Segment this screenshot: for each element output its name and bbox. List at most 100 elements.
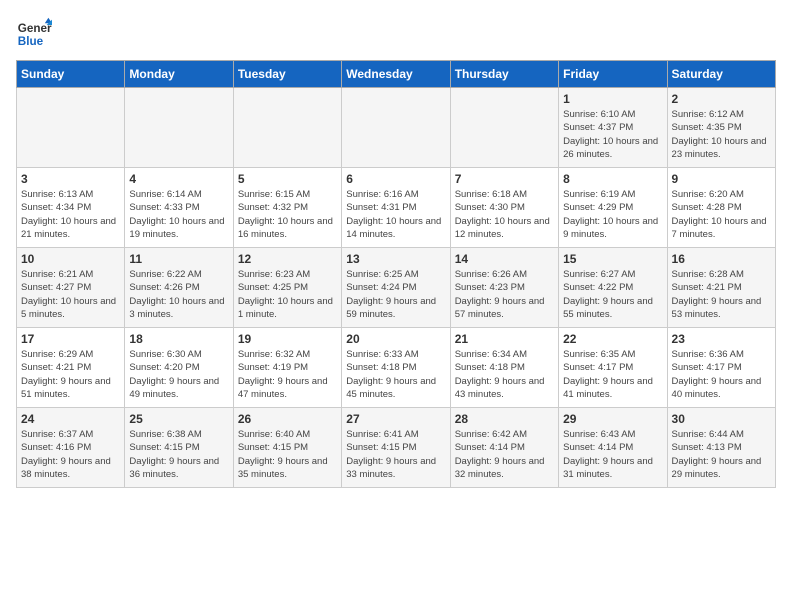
day-number: 30 [672,412,771,426]
calendar-cell: 20 Sunrise: 6:33 AM Sunset: 4:18 PM Dayli… [342,328,450,408]
day-detail: Sunrise: 6:22 AM Sunset: 4:26 PM Dayligh… [129,268,228,321]
calendar-cell: 19 Sunrise: 6:32 AM Sunset: 4:19 PM Dayli… [233,328,341,408]
calendar-cell: 1Sunrise: 6:10 AM Sunset: 4:37 PM Daylig… [559,88,667,168]
calendar-cell: 26 Sunrise: 6:40 AM Sunset: 4:15 PM Dayli… [233,408,341,488]
col-header-thursday: Thursday [450,61,558,88]
calendar-cell: 10 Sunrise: 6:21 AM Sunset: 4:27 PM Dayli… [17,248,125,328]
day-number: 19 [238,332,337,346]
day-detail: Sunrise: 6:30 AM Sunset: 4:20 PM Dayligh… [129,348,228,401]
day-number: 3 [21,172,120,186]
day-detail: Sunrise: 6:35 AM Sunset: 4:17 PM Dayligh… [563,348,662,401]
day-number: 12 [238,252,337,266]
calendar-cell: 15 Sunrise: 6:27 AM Sunset: 4:22 PM Dayli… [559,248,667,328]
day-number: 27 [346,412,445,426]
calendar-cell: 5 Sunrise: 6:15 AM Sunset: 4:32 PM Daylig… [233,168,341,248]
calendar-cell: 12 Sunrise: 6:23 AM Sunset: 4:25 PM Dayli… [233,248,341,328]
calendar-cell: 16Sunrise: 6:28 AM Sunset: 4:21 PM Dayli… [667,248,775,328]
day-number: 22 [563,332,662,346]
day-number: 29 [563,412,662,426]
calendar-cell: 27 Sunrise: 6:41 AM Sunset: 4:15 PM Dayli… [342,408,450,488]
day-detail: Sunrise: 6:12 AM Sunset: 4:35 PM Dayligh… [672,108,771,161]
day-number: 16 [672,252,771,266]
day-number: 9 [672,172,771,186]
day-number: 6 [346,172,445,186]
day-number: 11 [129,252,228,266]
calendar-cell: 23 Sunrise: 6:36 AM Sunset: 4:17 PM Dayli… [667,328,775,408]
day-number: 21 [455,332,554,346]
page-header: General Blue [16,16,776,52]
calendar-table: SundayMondayTuesdayWednesdayThursdayFrid… [16,60,776,488]
day-number: 5 [238,172,337,186]
calendar-cell: 3 Sunrise: 6:13 AM Sunset: 4:34 PM Daylig… [17,168,125,248]
day-detail: Sunrise: 6:43 AM Sunset: 4:14 PM Dayligh… [563,428,662,481]
svg-text:Blue: Blue [18,35,44,48]
calendar-cell: 6 Sunrise: 6:16 AM Sunset: 4:31 PM Daylig… [342,168,450,248]
svg-text:General: General [18,22,52,35]
calendar-cell [125,88,233,168]
day-detail: Sunrise: 6:33 AM Sunset: 4:18 PM Dayligh… [346,348,445,401]
day-detail: Sunrise: 6:20 AM Sunset: 4:28 PM Dayligh… [672,188,771,241]
col-header-sunday: Sunday [17,61,125,88]
calendar-cell: 18 Sunrise: 6:30 AM Sunset: 4:20 PM Dayli… [125,328,233,408]
day-detail: Sunrise: 6:27 AM Sunset: 4:22 PM Dayligh… [563,268,662,321]
day-number: 13 [346,252,445,266]
day-detail: Sunrise: 6:34 AM Sunset: 4:18 PM Dayligh… [455,348,554,401]
day-number: 17 [21,332,120,346]
day-detail: Sunrise: 6:21 AM Sunset: 4:27 PM Dayligh… [21,268,120,321]
logo: General Blue [16,16,52,52]
calendar-cell: 24 Sunrise: 6:37 AM Sunset: 4:16 PM Dayli… [17,408,125,488]
day-number: 7 [455,172,554,186]
logo-icon: General Blue [16,16,52,52]
day-detail: Sunrise: 6:40 AM Sunset: 4:15 PM Dayligh… [238,428,337,481]
calendar-cell: 11 Sunrise: 6:22 AM Sunset: 4:26 PM Dayli… [125,248,233,328]
day-detail: Sunrise: 6:13 AM Sunset: 4:34 PM Dayligh… [21,188,120,241]
day-detail: Sunrise: 6:15 AM Sunset: 4:32 PM Dayligh… [238,188,337,241]
calendar-cell: 25 Sunrise: 6:38 AM Sunset: 4:15 PM Dayli… [125,408,233,488]
day-number: 24 [21,412,120,426]
day-detail: Sunrise: 6:16 AM Sunset: 4:31 PM Dayligh… [346,188,445,241]
calendar-cell [450,88,558,168]
day-number: 23 [672,332,771,346]
day-detail: Sunrise: 6:14 AM Sunset: 4:33 PM Dayligh… [129,188,228,241]
calendar-cell: 29 Sunrise: 6:43 AM Sunset: 4:14 PM Dayli… [559,408,667,488]
col-header-monday: Monday [125,61,233,88]
day-number: 26 [238,412,337,426]
calendar-cell: 13Sunrise: 6:25 AM Sunset: 4:24 PM Dayli… [342,248,450,328]
day-detail: Sunrise: 6:32 AM Sunset: 4:19 PM Dayligh… [238,348,337,401]
calendar-cell: 9 Sunrise: 6:20 AM Sunset: 4:28 PM Daylig… [667,168,775,248]
day-detail: Sunrise: 6:26 AM Sunset: 4:23 PM Dayligh… [455,268,554,321]
day-detail: Sunrise: 6:41 AM Sunset: 4:15 PM Dayligh… [346,428,445,481]
day-detail: Sunrise: 6:38 AM Sunset: 4:15 PM Dayligh… [129,428,228,481]
day-number: 14 [455,252,554,266]
col-header-tuesday: Tuesday [233,61,341,88]
calendar-cell: 14 Sunrise: 6:26 AM Sunset: 4:23 PM Dayli… [450,248,558,328]
day-detail: Sunrise: 6:44 AM Sunset: 4:13 PM Dayligh… [672,428,771,481]
calendar-cell [342,88,450,168]
day-number: 15 [563,252,662,266]
day-number: 4 [129,172,228,186]
col-header-saturday: Saturday [667,61,775,88]
day-number: 25 [129,412,228,426]
col-header-wednesday: Wednesday [342,61,450,88]
calendar-cell: 7 Sunrise: 6:18 AM Sunset: 4:30 PM Daylig… [450,168,558,248]
calendar-cell: 2 Sunrise: 6:12 AM Sunset: 4:35 PM Daylig… [667,88,775,168]
day-detail: Sunrise: 6:29 AM Sunset: 4:21 PM Dayligh… [21,348,120,401]
day-number: 2 [672,92,771,106]
col-header-friday: Friday [559,61,667,88]
day-number: 18 [129,332,228,346]
calendar-cell: 22 Sunrise: 6:35 AM Sunset: 4:17 PM Dayli… [559,328,667,408]
day-detail: Sunrise: 6:10 AM Sunset: 4:37 PM Dayligh… [563,108,662,161]
calendar-cell: 17 Sunrise: 6:29 AM Sunset: 4:21 PM Dayli… [17,328,125,408]
day-detail: Sunrise: 6:19 AM Sunset: 4:29 PM Dayligh… [563,188,662,241]
day-number: 20 [346,332,445,346]
calendar-cell [233,88,341,168]
day-number: 10 [21,252,120,266]
calendar-cell: 21 Sunrise: 6:34 AM Sunset: 4:18 PM Dayli… [450,328,558,408]
day-detail: Sunrise: 6:36 AM Sunset: 4:17 PM Dayligh… [672,348,771,401]
calendar-cell: 8Sunrise: 6:19 AM Sunset: 4:29 PM Daylig… [559,168,667,248]
day-detail: Sunrise: 6:18 AM Sunset: 4:30 PM Dayligh… [455,188,554,241]
day-detail: Sunrise: 6:37 AM Sunset: 4:16 PM Dayligh… [21,428,120,481]
day-detail: Sunrise: 6:42 AM Sunset: 4:14 PM Dayligh… [455,428,554,481]
day-detail: Sunrise: 6:23 AM Sunset: 4:25 PM Dayligh… [238,268,337,321]
calendar-cell [17,88,125,168]
